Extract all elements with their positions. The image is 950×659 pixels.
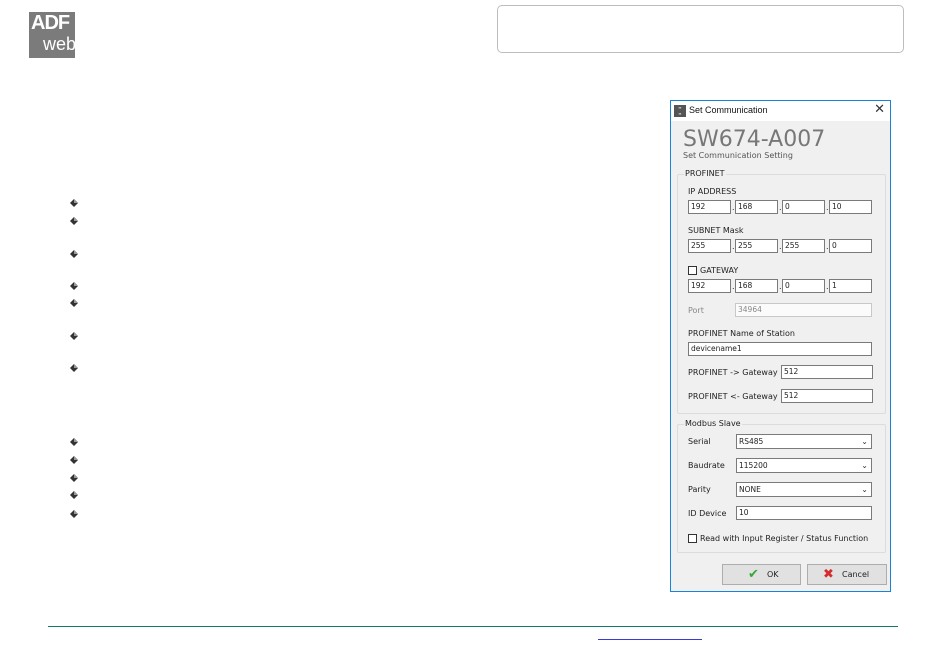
check-icon: ✔ xyxy=(748,567,759,582)
header-box xyxy=(497,5,904,53)
baudrate-select[interactable]: 115200 ⌄ xyxy=(736,458,872,473)
gateway-label: GATEWAY xyxy=(700,266,739,275)
profinet-from-gateway-field[interactable]: 512 xyxy=(781,389,873,403)
station-name-field[interactable]: devicename1 xyxy=(688,342,872,356)
mask-octet-3[interactable]: 255 xyxy=(782,239,825,253)
bullet-icon xyxy=(70,332,78,340)
gateway-octet-1[interactable]: 192 xyxy=(688,279,731,293)
bullet-icon xyxy=(70,299,78,307)
chevron-down-icon: ⌄ xyxy=(861,461,868,470)
footer-link[interactable] xyxy=(598,639,702,640)
station-name-label: PROFINET Name of Station xyxy=(688,329,795,338)
bullet-icon xyxy=(70,199,78,207)
parity-label: Parity xyxy=(688,485,711,494)
bullet-icon xyxy=(70,474,78,482)
chevron-down-icon: ⌄ xyxy=(861,485,868,494)
gateway-octet-3[interactable]: 0 xyxy=(782,279,825,293)
read-input-register-checkbox[interactable] xyxy=(688,534,697,543)
bullet-icon xyxy=(70,282,78,290)
parity-value: NONE xyxy=(739,485,761,494)
bullet-icon xyxy=(70,364,78,372)
bullet-icon xyxy=(70,250,78,258)
mask-octet-4[interactable]: 0 xyxy=(829,239,872,253)
port-label: Port xyxy=(688,306,704,315)
parity-select[interactable]: NONE ⌄ xyxy=(736,482,872,497)
modbus-group-label: Modbus Slave xyxy=(684,419,742,428)
bullet-icon xyxy=(70,491,78,499)
ip-octet-4[interactable]: 10 xyxy=(829,200,872,214)
profinet-group-label: PROFINET xyxy=(684,169,726,178)
serial-select[interactable]: RS485 ⌄ xyxy=(736,434,872,449)
footer-divider xyxy=(48,626,898,627)
ip-octet-2[interactable]: 168 xyxy=(735,200,778,214)
read-input-register-label: Read with Input Register / Status Functi… xyxy=(700,534,869,543)
port-field[interactable]: 34964 xyxy=(735,303,872,317)
logo-line1: ADF xyxy=(31,12,70,34)
adfweb-logo: ADF web xyxy=(29,12,76,58)
subnet-mask-label: SUBNET Mask xyxy=(688,226,744,235)
baudrate-label: Baudrate xyxy=(688,461,725,470)
cross-icon: ✖ xyxy=(823,567,834,582)
app-icon: ▪▪ ▪▪ xyxy=(674,105,686,117)
bullet-list xyxy=(70,0,80,659)
bullet-icon xyxy=(70,510,78,518)
gateway-octet-4[interactable]: 1 xyxy=(829,279,872,293)
ip-address-label: IP ADDRESS xyxy=(688,187,737,196)
mask-octet-2[interactable]: 255 xyxy=(735,239,778,253)
id-device-label: ID Device xyxy=(688,509,727,518)
close-icon[interactable]: ✕ xyxy=(874,103,885,117)
dialog-titlebar: ▪▪ ▪▪ Set Communication ✕ xyxy=(671,101,890,121)
ok-label: OK xyxy=(767,570,779,579)
gateway-octet-2[interactable]: 168 xyxy=(735,279,778,293)
bullet-icon xyxy=(70,438,78,446)
product-code: SW674-A007 xyxy=(683,127,826,152)
profinet-from-gateway-label: PROFINET <- Gateway xyxy=(688,392,778,401)
profinet-to-gateway-field[interactable]: 512 xyxy=(781,365,873,379)
bullet-icon xyxy=(70,456,78,464)
chevron-down-icon: ⌄ xyxy=(861,437,868,446)
gateway-checkbox[interactable] xyxy=(688,266,697,275)
serial-value: RS485 xyxy=(739,437,764,446)
dialog-title: Set Communication xyxy=(689,105,768,115)
set-communication-dialog: ▪▪ ▪▪ Set Communication ✕ SW674-A007 Set … xyxy=(670,100,891,592)
id-device-field[interactable]: 10 xyxy=(736,506,872,520)
serial-label: Serial xyxy=(688,437,711,446)
ok-button[interactable]: ✔ OK xyxy=(722,564,801,585)
bullet-icon xyxy=(70,217,78,225)
profinet-to-gateway-label: PROFINET -> Gateway xyxy=(688,368,778,377)
baudrate-value: 115200 xyxy=(739,461,768,470)
dialog-subtitle: Set Communication Setting xyxy=(683,151,793,160)
cancel-label: Cancel xyxy=(842,570,870,579)
mask-octet-1[interactable]: 255 xyxy=(688,239,731,253)
ip-octet-3[interactable]: 0 xyxy=(782,200,825,214)
ip-octet-1[interactable]: 192 xyxy=(688,200,731,214)
cancel-button[interactable]: ✖ Cancel xyxy=(807,564,887,585)
